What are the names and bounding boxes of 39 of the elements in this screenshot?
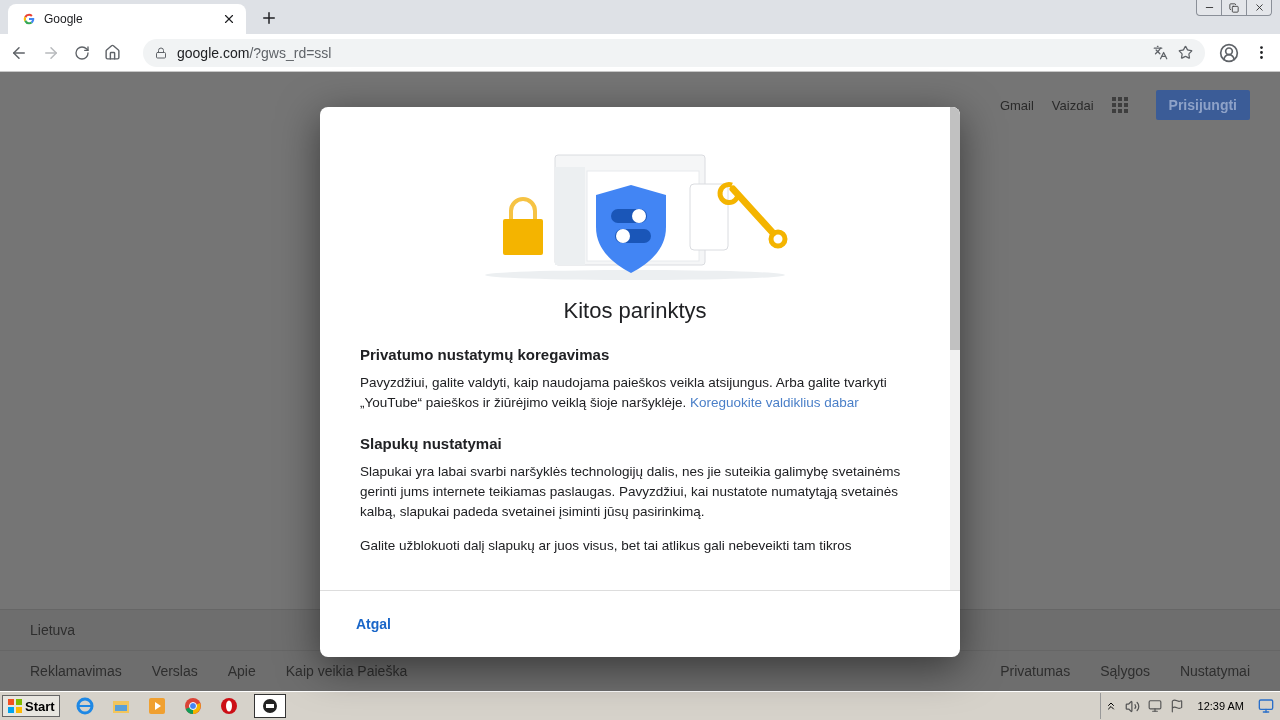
- footer-link[interactable]: Sąlygos: [1100, 663, 1150, 679]
- country-label: Lietuva: [30, 622, 76, 638]
- footer-link[interactable]: Reklamavimas: [30, 663, 122, 679]
- google-logo-icon: [22, 12, 36, 26]
- header-link[interactable]: Gmail: [999, 97, 1034, 113]
- footer-link[interactable]: Privatumas: [1000, 663, 1071, 679]
- paragraph: Slapukai yra labai svarbi naršyklės technologijų dalis, nes jie suteikia galimybę svetainėms gerinti jums internete teikiamas paslaugas. Pavyzdžiui, kai nustatote numatytąją svetainės kalbą, slapukai padeda svetainei įsiminti jūsų pasirinkimą.: [360, 463, 902, 521]
- new-tab-icon[interactable]: [260, 9, 278, 27]
- windows-logo-icon: [7, 698, 23, 714]
- adjust-controls-link[interactable]: Koreguokite valdiklius dabar: [689, 395, 859, 410]
- scrollbar[interactable]: [950, 107, 960, 590]
- dialog-title: Kitos parinktys: [562, 298, 708, 324]
- flag-icon[interactable]: [1169, 699, 1184, 713]
- footer-link[interactable]: Verslas: [151, 663, 198, 679]
- browser-tab[interactable]: Google: [8, 4, 246, 34]
- tab-title: Google: [44, 12, 84, 26]
- url-text: google.com/?gws_rd=ssl: [177, 44, 333, 61]
- address-bar[interactable]: google.com/?gws_rd=ssl: [143, 38, 1205, 67]
- clock[interactable]: 12:39 AM: [1197, 700, 1244, 712]
- reload-icon[interactable]: [74, 44, 90, 61]
- translate-icon[interactable]: [1153, 45, 1168, 60]
- home-icon[interactable]: [104, 44, 121, 61]
- footer-link[interactable]: Nustatymai: [1179, 663, 1250, 679]
- section-heading: Slapukų nustatymai: [360, 435, 503, 452]
- lock-icon: [155, 46, 167, 59]
- star-icon[interactable]: [1178, 45, 1193, 60]
- back-button[interactable]: Atgal: [348, 608, 399, 640]
- paragraph: Pavyzdžiui, galite valdyti, kaip naudojama paieškos veikla atsijungus. Arba galite tvarkyti „YouTube“ paieškos ir žiūrėjimo veiklą šioje naršyklėje. Koreguokite valdiklius dabar: [360, 374, 888, 412]
- close-tab-icon[interactable]: [222, 12, 236, 26]
- start-button[interactable]: Start: [2, 695, 60, 717]
- account-icon[interactable]: [1219, 42, 1239, 63]
- paragraph: Galite užblokuoti dalį slapukų ar juos visus, bet tai atlikus gali nebeveikti tam tikros: [360, 537, 853, 555]
- sign-in-button[interactable]: Prisijungti: [1155, 90, 1250, 120]
- header-link[interactable]: Vaizdai: [1051, 97, 1094, 113]
- app-window-icon[interactable]: [253, 694, 286, 718]
- footer-link[interactable]: Apie: [227, 663, 256, 679]
- volume-icon[interactable]: [1124, 698, 1140, 714]
- show-desktop-icon[interactable]: [1258, 698, 1274, 714]
- section-heading: Privatumo nustatymų koregavimas: [360, 346, 611, 363]
